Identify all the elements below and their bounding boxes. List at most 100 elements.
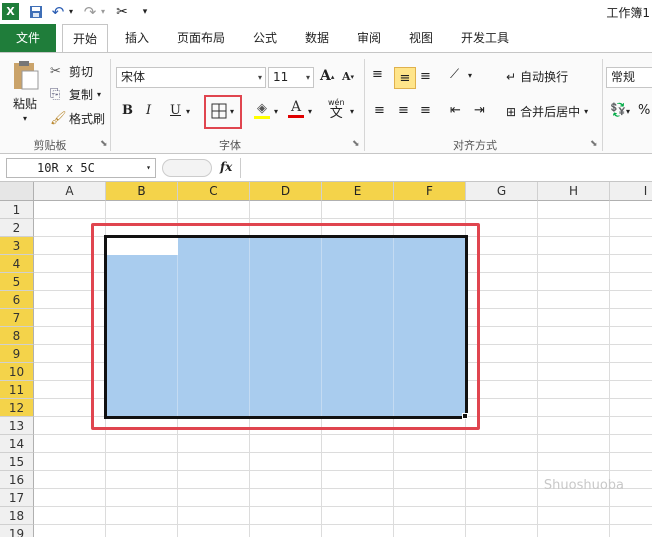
font-color-dropdown-icon[interactable]: ▾	[308, 107, 312, 116]
column-header-i[interactable]: I	[610, 182, 652, 201]
row-header-8[interactable]: 8	[0, 327, 34, 345]
select-all-corner[interactable]	[0, 182, 34, 201]
redo-icon[interactable]: ↷	[82, 3, 98, 21]
row-header-3[interactable]: 3	[0, 237, 34, 255]
copy-button[interactable]: ⎘ 复制 ▾	[50, 84, 101, 104]
worksheet-grid[interactable]: A B C D E F G H I 1 2 3 4 5 6 7 8 9 10 1…	[0, 182, 652, 537]
orientation-dropdown-icon[interactable]: ▾	[468, 71, 472, 80]
align-bottom-icon[interactable]: ≡	[420, 69, 431, 84]
copy-dropdown-icon[interactable]: ▾	[97, 90, 101, 99]
fill-color-dropdown-icon[interactable]: ▾	[274, 107, 278, 116]
percent-button[interactable]: %	[638, 103, 650, 118]
row-header-7[interactable]: 7	[0, 309, 34, 327]
customize-qat-icon[interactable]: ▾	[140, 3, 150, 20]
align-middle-icon[interactable]: ≡	[394, 67, 416, 89]
phonetic-wen-char: 文	[329, 106, 343, 121]
column-header-d[interactable]: D	[250, 182, 322, 201]
cut-button[interactable]: ✂ 剪切	[50, 61, 93, 81]
phonetic-dropdown-icon[interactable]: ▾	[350, 107, 354, 116]
row-header-9[interactable]: 9	[0, 345, 34, 363]
column-header-h[interactable]: H	[538, 182, 610, 201]
decrease-indent-icon[interactable]: ⇤	[450, 103, 461, 118]
row-header-10[interactable]: 10	[0, 363, 34, 381]
currency-dropdown-icon[interactable]: ▾	[626, 107, 630, 116]
redo-dropdown-icon[interactable]: ▾	[99, 3, 107, 20]
column-header-e[interactable]: E	[322, 182, 394, 201]
shrink-font-icon[interactable]: A ▾	[342, 70, 354, 83]
clipboard-group-label: 剪贴板	[33, 139, 67, 152]
underline-button[interactable]: U	[170, 103, 181, 118]
tab-home[interactable]: 开始	[62, 24, 108, 53]
align-right-icon[interactable]: ≡	[420, 103, 431, 118]
align-left-icon[interactable]: ≡	[374, 103, 385, 118]
underline-dropdown-icon[interactable]: ▾	[186, 107, 190, 116]
row-header-16[interactable]: 16	[0, 471, 34, 489]
gridline	[34, 506, 652, 507]
row-header-4[interactable]: 4	[0, 255, 34, 273]
italic-button[interactable]: I	[146, 103, 151, 118]
tab-file[interactable]: 文件	[0, 24, 56, 52]
font-launcher-icon[interactable]: ⬊	[352, 139, 360, 149]
row-header-5[interactable]: 5	[0, 273, 34, 291]
formula-input[interactable]	[240, 158, 652, 178]
paste-button[interactable]: 粘贴 ▾	[8, 59, 42, 131]
undo-dropdown-icon[interactable]: ▾	[67, 3, 75, 20]
merge-dropdown-icon[interactable]: ▾	[584, 107, 588, 116]
column-header-c[interactable]: C	[178, 182, 250, 201]
row-header-15[interactable]: 15	[0, 453, 34, 471]
wrap-text-button[interactable]: ↵ 自动换行	[506, 68, 568, 85]
tab-insert[interactable]: 插入	[116, 24, 158, 52]
align-top-icon[interactable]: ≡	[372, 67, 383, 82]
highlight-box	[91, 223, 480, 430]
row-header-2[interactable]: 2	[0, 219, 34, 237]
column-header-b[interactable]: B	[106, 182, 178, 201]
number-format-select[interactable]: 常规	[606, 67, 652, 88]
borders-dropdown-icon[interactable]: ▾	[230, 107, 234, 116]
bold-button[interactable]: B	[122, 103, 133, 118]
merge-center-button[interactable]: ⊞ 合并后居中 ▾	[506, 103, 588, 120]
tab-data[interactable]: 数据	[296, 24, 338, 52]
clipboard-launcher-icon[interactable]: ⬊	[100, 139, 108, 149]
increase-indent-icon[interactable]: ⇥	[474, 103, 485, 118]
undo-icon[interactable]: ↶	[50, 3, 66, 21]
row-header-19[interactable]: 19	[0, 525, 34, 537]
tools-icon[interactable]: ✂	[113, 3, 131, 20]
row-header-12[interactable]: 12	[0, 399, 34, 417]
format-painter-button[interactable]: 🖌 格式刷	[50, 108, 105, 128]
save-icon[interactable]	[28, 3, 44, 20]
tab-view[interactable]: 视图	[400, 24, 442, 52]
row-header-14[interactable]: 14	[0, 435, 34, 453]
alignment-group-label: 对齐方式	[453, 139, 497, 152]
tab-formulas[interactable]: 公式	[244, 24, 286, 52]
row-header-17[interactable]: 17	[0, 489, 34, 507]
font-color-icon[interactable]: A	[288, 99, 304, 118]
row-header-1[interactable]: 1	[0, 201, 34, 219]
align-center-icon[interactable]: ≡	[398, 103, 409, 118]
copy-icon: ⎘	[50, 86, 61, 102]
row-header-13[interactable]: 13	[0, 417, 34, 435]
tab-review[interactable]: 审阅	[348, 24, 390, 52]
orientation-icon[interactable]: ⟋	[450, 67, 459, 82]
currency-icon[interactable]: 💱	[610, 103, 626, 118]
row-header-11[interactable]: 11	[0, 381, 34, 399]
alignment-launcher-icon[interactable]: ⬊	[590, 139, 598, 149]
fill-color-icon[interactable]: ◈	[254, 101, 270, 119]
grow-font-icon[interactable]: A ▴	[320, 68, 334, 84]
name-box[interactable]: 10R x 5C ▾	[6, 158, 156, 178]
borders-icon[interactable]	[211, 103, 227, 119]
tab-page-layout[interactable]: 页面布局	[170, 24, 232, 52]
column-header-a[interactable]: A	[34, 182, 106, 201]
insert-function-icon[interactable]: fx	[220, 160, 232, 174]
paste-dropdown-icon[interactable]: ▾	[23, 114, 27, 123]
column-header-g[interactable]: G	[466, 182, 538, 201]
font-group-label: 字体	[219, 139, 241, 152]
font-name-select[interactable]: 宋体 ▾	[116, 67, 266, 88]
row-header-6[interactable]: 6	[0, 291, 34, 309]
phonetic-icon[interactable]: wén 文	[328, 97, 345, 121]
column-header-f[interactable]: F	[394, 182, 466, 201]
chevron-down-icon[interactable]: ▾	[146, 159, 151, 177]
font-size-select[interactable]: 11 ▾	[268, 67, 314, 88]
watermark: Shuoshuoba	[543, 478, 624, 493]
row-header-18[interactable]: 18	[0, 507, 34, 525]
tab-developer[interactable]: 开发工具	[454, 24, 516, 52]
